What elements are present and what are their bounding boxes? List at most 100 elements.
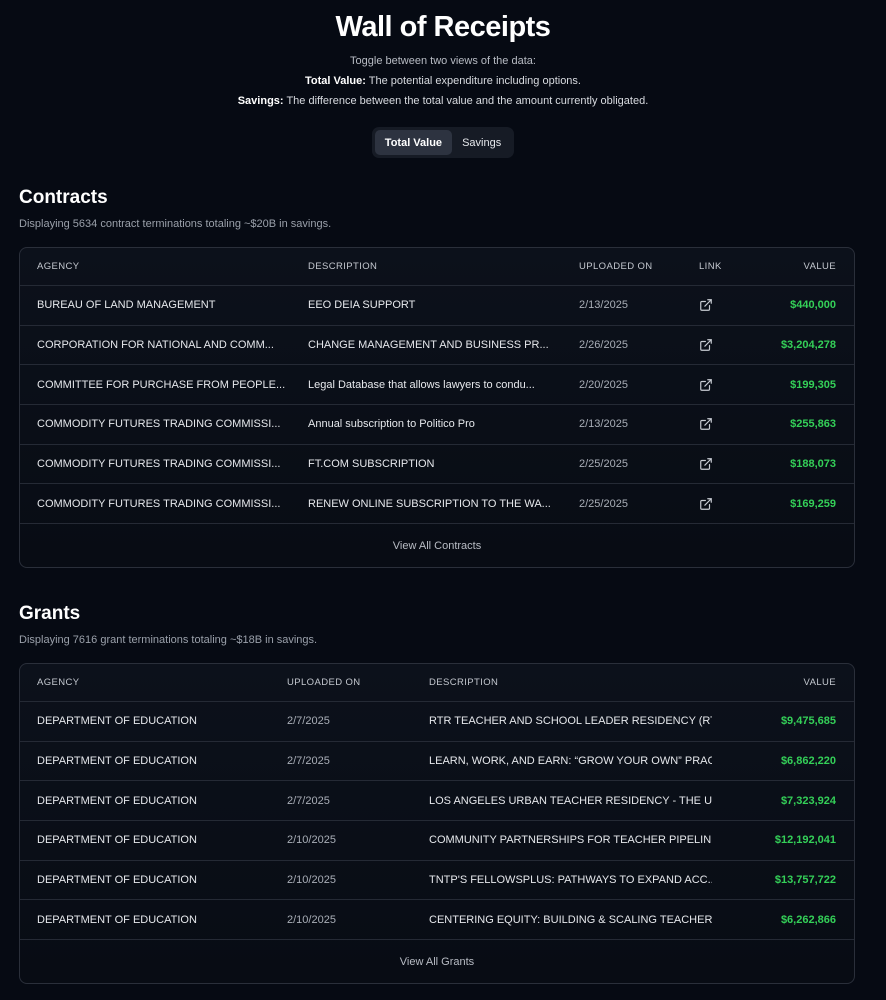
savings-definition: Savings: The difference between the tota… <box>0 95 886 107</box>
agency-cell: BUREAU OF LAND MANAGEMENT <box>37 299 216 312</box>
col-agency: AGENCY <box>37 677 80 688</box>
contracts-summary: Displaying 5634 contract terminations to… <box>19 218 332 230</box>
description-cell: TNTP'S FELLOWSPLUS: PATHWAYS TO EXPAND A… <box>429 874 712 887</box>
total-value-desc: The potential expenditure including opti… <box>368 75 581 87</box>
value-cell: $169,259 <box>790 497 836 510</box>
col-value: VALUE <box>803 261 836 272</box>
agency-cell: DEPARTMENT OF EDUCATION <box>37 794 197 807</box>
uploaded-cell: 2/25/2025 <box>579 497 628 510</box>
contracts-section: Contracts Displaying 5634 contract termi… <box>19 187 855 569</box>
uploaded-cell: 2/7/2025 <box>287 755 330 768</box>
description-cell: FT.COM SUBSCRIPTION <box>308 458 435 471</box>
savings-desc: The difference between the total value a… <box>286 95 649 107</box>
table-row: COMMODITY FUTURES TRADING COMMISSI... REN… <box>20 484 854 525</box>
view-all-contracts-button[interactable]: View All Contracts <box>20 524 854 567</box>
value-cell: $440,000 <box>790 299 836 312</box>
description-cell: Annual subscription to Politico Pro <box>308 418 475 431</box>
external-link-icon[interactable] <box>699 458 713 470</box>
agency-cell: COMMITTEE FOR PURCHASE FROM PEOPLE... <box>37 378 286 391</box>
view-all-grants-button[interactable]: View All Grants <box>20 940 854 983</box>
agency-cell: CORPORATION FOR NATIONAL AND COMM... <box>37 339 274 352</box>
link-cell <box>682 497 762 511</box>
uploaded-cell: 2/7/2025 <box>287 794 330 807</box>
table-row: BUREAU OF LAND MANAGEMENT EEO DEIA SUPPOR… <box>20 286 854 326</box>
link-cell <box>682 378 762 392</box>
uploaded-cell: 2/10/2025 <box>287 874 336 887</box>
col-uploaded: UPLOADED ON <box>287 677 361 688</box>
description-cell: RTR TEACHER AND SCHOOL LEADER RESIDENCY … <box>429 715 712 728</box>
table-row: COMMODITY FUTURES TRADING COMMISSI... Ann… <box>20 405 854 445</box>
description-cell: EEO DEIA SUPPORT <box>308 299 416 312</box>
col-uploaded: UPLOADED ON <box>579 261 653 272</box>
col-description: DESCRIPTION <box>429 677 499 688</box>
description-cell: Legal Database that allows lawyers to co… <box>308 378 535 391</box>
agency-cell: COMMODITY FUTURES TRADING COMMISSI... <box>37 418 281 431</box>
external-link-icon[interactable] <box>699 497 713 510</box>
agency-cell: COMMODITY FUTURES TRADING COMMISSI... <box>37 497 281 510</box>
value-cell: $7,323,924 <box>780 794 836 807</box>
table-row: CORPORATION FOR NATIONAL AND COMM... CHAN… <box>20 326 854 366</box>
table-row: DEPARTMENT OF EDUCATION 2/10/2025 COMMUNIT… <box>20 821 854 861</box>
value-cell: $9,475,685 <box>780 715 836 728</box>
uploaded-cell: 2/13/2025 <box>579 418 628 431</box>
total-value-definition: Total Value: The potential expenditure i… <box>0 75 886 87</box>
table-row: DEPARTMENT OF EDUCATION 2/7/2025 LEARN, WO… <box>20 742 854 782</box>
value-cell: $6,262,866 <box>780 913 836 926</box>
col-link: LINK <box>699 261 722 272</box>
savings-term: Savings: <box>237 95 284 107</box>
uploaded-cell: 2/10/2025 <box>287 913 336 926</box>
table-row: DEPARTMENT OF EDUCATION 2/10/2025 TNTP'S F… <box>20 861 854 901</box>
table-row: COMMODITY FUTURES TRADING COMMISSI... FT.… <box>20 445 854 485</box>
agency-cell: DEPARTMENT OF EDUCATION <box>37 874 197 887</box>
external-link-icon[interactable] <box>699 378 713 391</box>
grants-title: Grants <box>19 603 81 624</box>
description-cell: LOS ANGELES URBAN TEACHER RESIDENCY - TH… <box>429 794 712 807</box>
toggle-total-value[interactable]: Total Value <box>374 130 453 155</box>
description-cell: RENEW ONLINE SUBSCRIPTION TO THE WA... <box>308 497 551 510</box>
table-row: DEPARTMENT OF EDUCATION 2/7/2025 LOS ANGEL… <box>20 781 854 822</box>
value-cell: $12,192,041 <box>774 834 836 847</box>
subtitle: Toggle between two views of the data: <box>350 55 536 67</box>
grants-section: Grants Displaying 7616 grant termination… <box>19 603 855 985</box>
contracts-header-row: AGENCY DESCRIPTION UPLOADED ON LINK VALU… <box>20 248 854 286</box>
value-cell: $255,863 <box>790 418 836 431</box>
description-cell: CENTERING EQUITY: BUILDING & SCALING TEA… <box>429 913 712 926</box>
col-description: DESCRIPTION <box>308 261 378 272</box>
external-link-icon[interactable] <box>699 299 713 312</box>
external-link-icon[interactable] <box>699 418 713 431</box>
external-link-icon[interactable] <box>699 339 713 351</box>
uploaded-cell: 2/10/2025 <box>287 834 336 847</box>
agency-cell: DEPARTMENT OF EDUCATION <box>37 834 197 847</box>
view-toggle-wrap: Total Value Savings <box>0 127 886 158</box>
table-row: DEPARTMENT OF EDUCATION 2/10/2025 CENTERIN… <box>20 900 854 941</box>
description-cell: LEARN, WORK, AND EARN: “GROW YOUR OWN” P… <box>429 755 712 768</box>
page-title: Wall of Receipts <box>335 11 551 43</box>
agency-cell: DEPARTMENT OF EDUCATION <box>37 913 197 926</box>
contracts-table: AGENCY DESCRIPTION UPLOADED ON LINK VALU… <box>19 247 855 569</box>
value-cell: $3,204,278 <box>780 339 836 352</box>
description-cell: COMMUNITY PARTNERSHIPS FOR TEACHER PIPEL… <box>429 834 712 847</box>
agency-cell: DEPARTMENT OF EDUCATION <box>37 755 197 768</box>
grants-table: AGENCY UPLOADED ON DESCRIPTION VALUE DEP… <box>19 663 855 985</box>
total-value-term: Total Value: <box>305 75 366 87</box>
link-cell <box>682 417 762 431</box>
uploaded-cell: 2/13/2025 <box>579 299 628 312</box>
agency-cell: DEPARTMENT OF EDUCATION <box>37 715 197 728</box>
uploaded-cell: 2/7/2025 <box>287 715 330 728</box>
link-cell <box>682 338 762 352</box>
toggle-savings[interactable]: Savings <box>452 130 511 155</box>
value-cell: $6,862,220 <box>780 755 836 768</box>
uploaded-cell: 2/20/2025 <box>579 378 628 391</box>
col-agency: AGENCY <box>37 261 80 272</box>
value-cell: $13,757,722 <box>774 874 836 887</box>
uploaded-cell: 2/26/2025 <box>579 339 628 352</box>
grants-header-row: AGENCY UPLOADED ON DESCRIPTION VALUE <box>20 664 854 702</box>
agency-cell: COMMODITY FUTURES TRADING COMMISSI... <box>37 458 281 471</box>
link-cell <box>682 457 762 471</box>
grants-summary: Displaying 7616 grant terminations total… <box>19 634 318 646</box>
table-row: DEPARTMENT OF EDUCATION 2/7/2025 RTR TEACH… <box>20 702 854 742</box>
uploaded-cell: 2/25/2025 <box>579 458 628 471</box>
value-cell: $199,305 <box>790 378 836 391</box>
contracts-title: Contracts <box>19 187 108 208</box>
description-cell: CHANGE MANAGEMENT AND BUSINESS PR... <box>308 339 549 352</box>
